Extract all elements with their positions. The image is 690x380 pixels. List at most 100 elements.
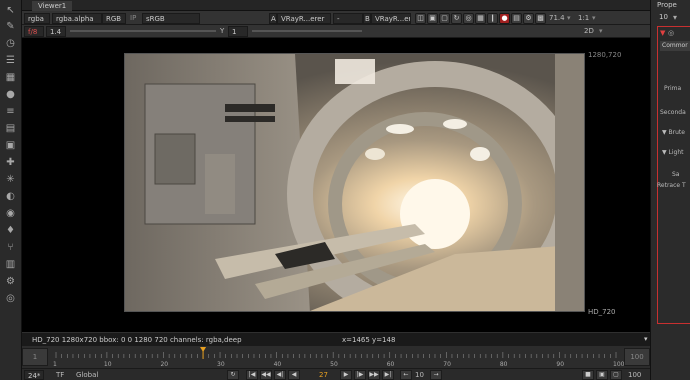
- fps-dropdown[interactable]: 24*: [24, 370, 44, 380]
- stack-icon[interactable]: ▥: [4, 258, 17, 271]
- timeline-tick-label: 70: [443, 361, 451, 368]
- compare-mode-dropdown[interactable]: -: [333, 13, 363, 24]
- next-key-icon[interactable]: ▶▶: [368, 370, 380, 380]
- max-panels-field[interactable]: 10: [659, 13, 668, 21]
- timeline[interactable]: 1 100 1 10 20 30 40 50 60 70 80 90 100: [22, 346, 650, 368]
- gain-slider[interactable]: [70, 30, 216, 32]
- fstop-field[interactable]: f/8: [24, 26, 44, 37]
- ip-label[interactable]: IP: [130, 14, 136, 22]
- collapse-arrow-icon[interactable]: ▾: [644, 335, 648, 343]
- arrow-icon[interactable]: ↖: [4, 4, 17, 17]
- tree-icon[interactable]: ⑂: [4, 241, 17, 254]
- end-frame[interactable]: 100: [628, 371, 641, 379]
- timeline-ruler[interactable]: 1 10 20 30 40 50 60 70 80 90 100: [48, 346, 624, 368]
- input-b-dropdown[interactable]: VRayR...erer: [371, 13, 411, 24]
- step-forward-icon[interactable]: |▶: [354, 370, 366, 380]
- sparkle-icon[interactable]: ✳: [4, 173, 17, 186]
- cube-icon[interactable]: ▣: [4, 139, 17, 152]
- viewer-toolbar-top: rgba rgba.alpha RGB IP sRGB A VRayR...er…: [22, 11, 650, 25]
- step-increment[interactable]: 10: [415, 371, 424, 379]
- gamma-label: Y: [220, 27, 225, 35]
- last-frame-icon[interactable]: ▶|: [382, 370, 394, 380]
- tab-viewer1[interactable]: Viewer1: [32, 1, 73, 11]
- pause-icon[interactable]: ❙: [487, 13, 498, 24]
- tag-icon[interactable]: ♦: [4, 224, 17, 237]
- param-samples: Sa: [672, 171, 680, 178]
- once-icon[interactable]: ▢: [610, 370, 622, 380]
- timeline-tick-label: 20: [160, 361, 168, 368]
- out-point-field[interactable]: 100: [624, 348, 650, 366]
- brush-icon[interactable]: ✎: [4, 20, 17, 33]
- bars-icon[interactable]: ≡: [4, 105, 17, 118]
- play-backward-icon[interactable]: ◀: [288, 370, 300, 380]
- wipe-icon[interactable]: ◫: [415, 13, 426, 24]
- settings-icon[interactable]: ⚙: [523, 13, 534, 24]
- channels-dropdown[interactable]: rgba: [24, 13, 50, 24]
- colorspace-dropdown[interactable]: RGB: [102, 13, 126, 24]
- cursor-coords: x=1465 y=148: [342, 336, 396, 344]
- viewer-tab-bar: Viewer1: [22, 0, 650, 11]
- current-frame[interactable]: 27: [319, 371, 328, 379]
- timeline-tick-label: 50: [330, 361, 338, 368]
- rendered-image: [124, 53, 585, 312]
- in-point-field[interactable]: 1: [22, 348, 48, 366]
- tf-dropdown[interactable]: TF: [56, 371, 64, 379]
- gamma-field[interactable]: 1: [228, 26, 248, 37]
- clock-icon[interactable]: ◷: [4, 37, 17, 50]
- section-light-cache[interactable]: ▼ Light: [662, 149, 684, 156]
- light-icon[interactable]: ◐: [4, 190, 17, 203]
- properties-panel: Prope 10 ▾ ▼ ◎ Commor Prima Seconda ▼ Br…: [650, 0, 690, 380]
- zoom-arrow-icon[interactable]: ▾: [567, 14, 571, 22]
- section-light-cache-label: Light: [668, 149, 684, 156]
- panel-menu-icon[interactable]: ▾: [673, 13, 677, 22]
- ratio-value[interactable]: 1:1: [578, 14, 589, 22]
- gamma-slider[interactable]: [252, 30, 362, 32]
- layers-icon[interactable]: ▤: [4, 122, 17, 135]
- resolution-label-top: 1280,720: [588, 51, 622, 59]
- eye-icon[interactable]: ◉: [4, 207, 17, 220]
- tab-common[interactable]: Commor: [660, 41, 690, 51]
- node-panel[interactable]: ▼ ◎ Commor Prima Seconda ▼ Brute ▼ Light…: [657, 26, 690, 324]
- bounce-icon[interactable]: ▣: [596, 370, 608, 380]
- proxy-icon[interactable]: ▤: [511, 13, 522, 24]
- circle-icon[interactable]: ●: [4, 88, 17, 101]
- refresh-icon[interactable]: ↻: [451, 13, 462, 24]
- mask-icon[interactable]: ◎: [463, 13, 474, 24]
- prev-key-icon[interactable]: ◀◀: [260, 370, 272, 380]
- logo-icon[interactable]: ◎: [4, 292, 17, 305]
- node-icon[interactable]: ◎: [668, 29, 674, 37]
- collapse-node-icon[interactable]: ▼: [660, 29, 665, 37]
- record-icon[interactable]: ●: [499, 13, 510, 24]
- overlay-icon[interactable]: ▣: [427, 13, 438, 24]
- scope-dropdown[interactable]: Global: [76, 371, 98, 379]
- loop-icon[interactable]: ■: [582, 370, 594, 380]
- lut-dropdown[interactable]: sRGB: [142, 13, 200, 24]
- timeline-tick-label: 60: [387, 361, 395, 368]
- preview-icon[interactable]: ▩: [535, 13, 546, 24]
- view-mode-arrow-icon[interactable]: ▾: [599, 27, 603, 35]
- properties-tab[interactable]: Prope: [657, 1, 677, 9]
- skip-back-icon[interactable]: ←: [400, 370, 412, 380]
- play-forward-icon[interactable]: ▶: [340, 370, 352, 380]
- ratio-arrow-icon[interactable]: ▾: [592, 14, 596, 22]
- section-brute-force[interactable]: ▼ Brute: [662, 129, 685, 136]
- gear-icon[interactable]: ⚙: [4, 275, 17, 288]
- menu-icon[interactable]: ☰: [4, 54, 17, 67]
- step-back-icon[interactable]: ◀|: [274, 370, 286, 380]
- input-a-letter[interactable]: A: [269, 13, 277, 24]
- skip-forward-icon[interactable]: →: [430, 370, 442, 380]
- zoom-value[interactable]: 71.4: [549, 14, 565, 22]
- first-frame-icon[interactable]: |◀: [246, 370, 258, 380]
- input-b-letter[interactable]: B: [363, 13, 371, 24]
- refresh-frame-icon[interactable]: ↻: [227, 370, 239, 380]
- alpha-dropdown[interactable]: rgba.alpha: [52, 13, 102, 24]
- input-a-dropdown[interactable]: VRayR...erer: [277, 13, 331, 24]
- timeline-tick-label: 90: [556, 361, 564, 368]
- timeline-tick-label: 1: [53, 361, 57, 368]
- checker-icon[interactable]: ▦: [475, 13, 486, 24]
- gain-field[interactable]: 1.4: [46, 26, 66, 37]
- view-mode[interactable]: 2D: [584, 27, 594, 35]
- roi-icon[interactable]: ▢: [439, 13, 450, 24]
- move-icon[interactable]: ✚: [4, 156, 17, 169]
- grid-icon[interactable]: ▦: [4, 71, 17, 84]
